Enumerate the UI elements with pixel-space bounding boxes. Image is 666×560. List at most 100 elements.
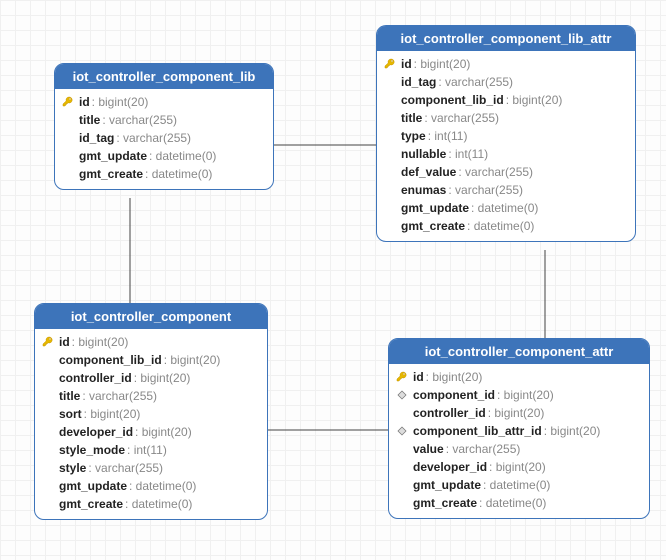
column-name: id_tag <box>401 74 436 90</box>
column-row: developer_id: bigint(20) <box>389 458 649 476</box>
entity-title: iot_controller_component <box>35 304 267 329</box>
column-type: : bigint(20) <box>135 424 192 440</box>
entity-title: iot_controller_component_attr <box>389 339 649 364</box>
column-row: title: varchar(255) <box>35 387 267 405</box>
primary-key-icon <box>41 335 55 349</box>
column-row: title: varchar(255) <box>377 109 635 127</box>
column-row: id_tag: varchar(255) <box>55 129 273 147</box>
column-row: gmt_create: datetime(0) <box>55 165 273 183</box>
column-row: id: bigint(20) <box>55 93 273 111</box>
column-type: : bigint(20) <box>414 56 471 72</box>
column-icon-empty <box>383 75 397 89</box>
column-type: : int(11) <box>127 442 167 458</box>
column-icon-empty <box>383 147 397 161</box>
column-type: : bigint(20) <box>84 406 141 422</box>
column-type: : datetime(0) <box>483 477 550 493</box>
column-row: gmt_update: datetime(0) <box>55 147 273 165</box>
column-type: : datetime(0) <box>129 478 196 494</box>
column-type: : datetime(0) <box>149 148 216 164</box>
column-icon-empty <box>41 497 55 511</box>
column-type: : varchar(255) <box>438 74 513 90</box>
column-name: id_tag <box>79 130 114 146</box>
column-name: component_id <box>413 387 495 403</box>
column-row: id: bigint(20) <box>35 333 267 351</box>
column-name: controller_id <box>59 370 132 386</box>
column-type: : bigint(20) <box>92 94 149 110</box>
column-type: : varchar(255) <box>424 110 499 126</box>
column-row: controller_id: bigint(20) <box>35 369 267 387</box>
column-row: value: varchar(255) <box>389 440 649 458</box>
column-row: controller_id: bigint(20) <box>389 404 649 422</box>
column-row: component_lib_id: bigint(20) <box>35 351 267 369</box>
column-name: title <box>401 110 422 126</box>
foreign-key-icon <box>395 424 409 438</box>
column-name: sort <box>59 406 82 422</box>
column-type: : varchar(255) <box>458 164 533 180</box>
column-name: def_value <box>401 164 456 180</box>
column-icon-empty <box>41 389 55 403</box>
column-icon-empty <box>383 219 397 233</box>
column-icon-empty <box>61 167 75 181</box>
column-row: gmt_update: datetime(0) <box>377 199 635 217</box>
entity-title: iot_controller_component_lib <box>55 64 273 89</box>
column-icon-empty <box>383 93 397 107</box>
column-icon-empty <box>61 149 75 163</box>
column-name: gmt_create <box>413 495 477 511</box>
column-icon-empty <box>41 443 55 457</box>
column-name: developer_id <box>413 459 487 475</box>
column-type: : bigint(20) <box>72 334 129 350</box>
column-name: gmt_update <box>79 148 147 164</box>
column-name: gmt_create <box>79 166 143 182</box>
column-row: nullable: int(11) <box>377 145 635 163</box>
column-name: developer_id <box>59 424 133 440</box>
column-type: : varchar(255) <box>88 460 163 476</box>
column-row: gmt_create: datetime(0) <box>35 495 267 513</box>
column-row: def_value: varchar(255) <box>377 163 635 181</box>
column-type: : int(11) <box>448 146 488 162</box>
column-name: component_lib_id <box>401 92 504 108</box>
column-icon-empty <box>395 460 409 474</box>
entity-lib[interactable]: iot_controller_component_libid: bigint(2… <box>54 63 274 190</box>
column-name: id <box>413 369 424 385</box>
entity-component[interactable]: iot_controller_componentid: bigint(20)co… <box>34 303 268 520</box>
column-row: enumas: varchar(255) <box>377 181 635 199</box>
column-name: gmt_create <box>59 496 123 512</box>
column-type: : bigint(20) <box>497 387 554 403</box>
primary-key-icon <box>383 57 397 71</box>
column-name: id <box>401 56 412 72</box>
column-type: : bigint(20) <box>134 370 191 386</box>
column-name: controller_id <box>413 405 486 421</box>
column-name: gmt_update <box>413 477 481 493</box>
column-row: gmt_update: datetime(0) <box>389 476 649 494</box>
entity-component_attr[interactable]: iot_controller_component_attrid: bigint(… <box>388 338 650 519</box>
column-row: component_lib_id: bigint(20) <box>377 91 635 109</box>
column-type: : bigint(20) <box>488 405 545 421</box>
column-row: gmt_create: datetime(0) <box>389 494 649 512</box>
column-icon-empty <box>383 111 397 125</box>
column-row: gmt_create: datetime(0) <box>377 217 635 235</box>
column-type: : datetime(0) <box>125 496 192 512</box>
column-type: : varchar(255) <box>116 130 191 146</box>
column-icon-empty <box>395 478 409 492</box>
column-icon-empty <box>395 442 409 456</box>
entity-lib_attr[interactable]: iot_controller_component_lib_attrid: big… <box>376 25 636 242</box>
column-name: title <box>79 112 100 128</box>
column-type: : datetime(0) <box>471 200 538 216</box>
primary-key-icon <box>61 95 75 109</box>
column-type: : datetime(0) <box>467 218 534 234</box>
column-type: : bigint(20) <box>426 369 483 385</box>
column-name: id <box>79 94 90 110</box>
column-icon-empty <box>383 129 397 143</box>
entity-title: iot_controller_component_lib_attr <box>377 26 635 51</box>
column-icon-empty <box>61 131 75 145</box>
column-name: component_lib_id <box>59 352 162 368</box>
column-row: gmt_update: datetime(0) <box>35 477 267 495</box>
column-row: id: bigint(20) <box>377 55 635 73</box>
column-icon-empty <box>41 425 55 439</box>
column-type: : varchar(255) <box>448 182 523 198</box>
column-icon-empty <box>395 406 409 420</box>
foreign-key-icon <box>395 388 409 402</box>
column-row: style_mode: int(11) <box>35 441 267 459</box>
column-type: : datetime(0) <box>479 495 546 511</box>
column-icon-empty <box>383 165 397 179</box>
